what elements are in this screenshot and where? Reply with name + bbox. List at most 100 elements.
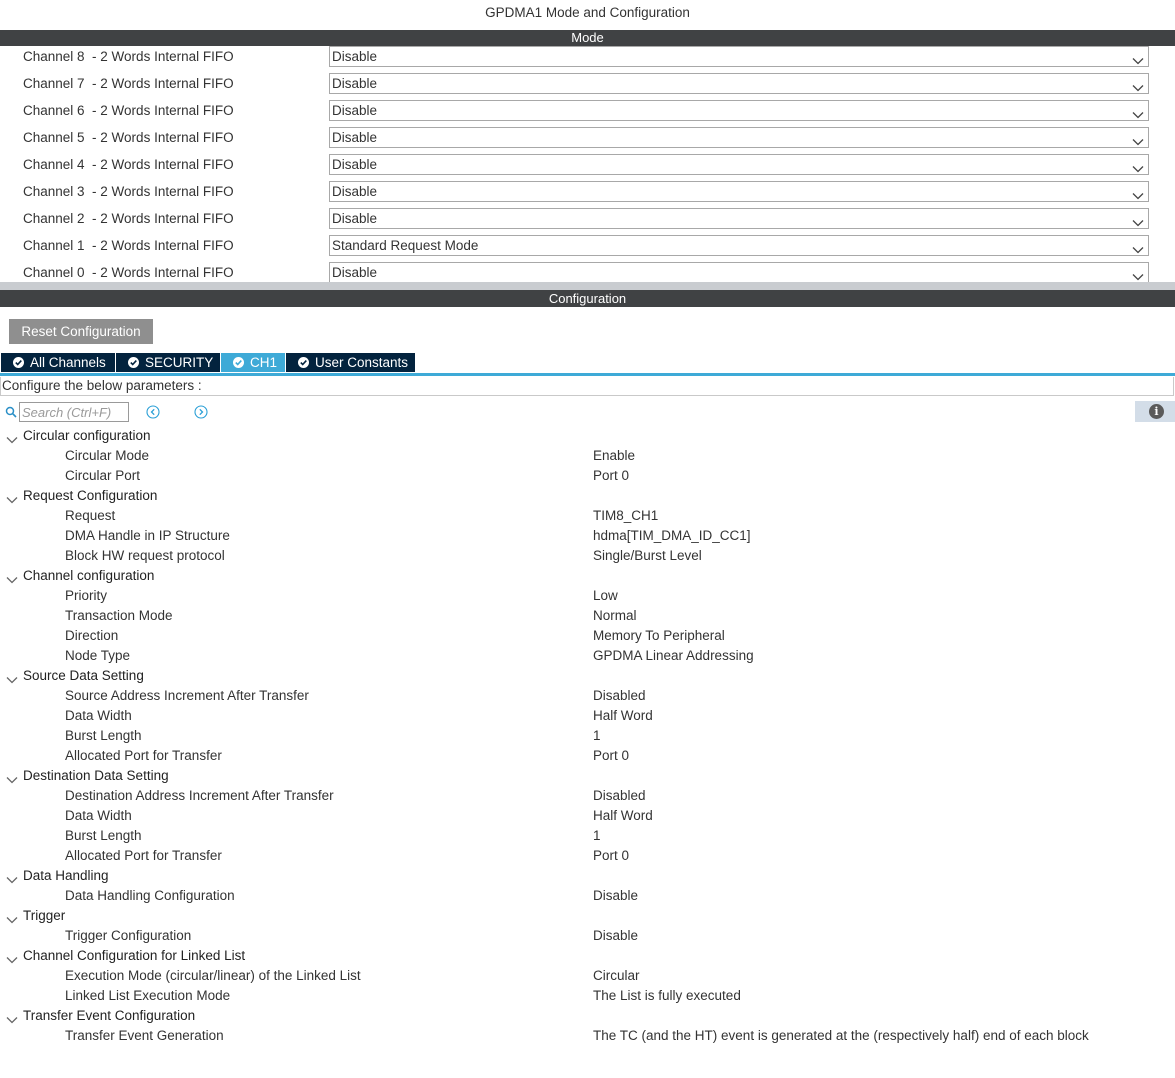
- chevron-down-icon[interactable]: [6, 571, 18, 584]
- parameter-row[interactable]: Request TIM8_CH1: [0, 506, 1175, 526]
- tree-group-row[interactable]: Request Configuration: [0, 486, 1175, 506]
- parameter-value[interactable]: Port 0: [593, 846, 629, 866]
- reset-configuration-button[interactable]: Reset Configuration: [9, 319, 153, 344]
- mode-select[interactable]: Disable: [329, 181, 1149, 202]
- mode-select[interactable]: Disable: [329, 262, 1149, 282]
- tab-label: SECURITY: [145, 355, 214, 370]
- info-button[interactable]: i: [1135, 401, 1175, 422]
- search-input[interactable]: [19, 402, 129, 422]
- mode-row: Channel 4 - 2 Words Internal FIFO Disable: [0, 151, 1175, 178]
- parameter-value[interactable]: Normal: [593, 606, 637, 626]
- parameter-label: Data Handling Configuration: [65, 888, 235, 903]
- parameter-row[interactable]: Direction Memory To Peripheral: [0, 626, 1175, 646]
- parameter-row[interactable]: Trigger Configuration Disable: [0, 926, 1175, 946]
- parameter-value[interactable]: hdma[TIM_DMA_ID_CC1]: [593, 526, 751, 546]
- parameter-row[interactable]: Allocated Port for Transfer Port 0: [0, 746, 1175, 766]
- tree-group-label: Request Configuration: [23, 488, 158, 503]
- tree-group-row[interactable]: Data Handling: [0, 866, 1175, 886]
- chevron-down-icon[interactable]: [6, 771, 18, 784]
- chevron-down-icon[interactable]: [6, 431, 18, 444]
- parameter-row[interactable]: Data Handling Configuration Disable: [0, 886, 1175, 906]
- parameter-row[interactable]: Execution Mode (circular/linear) of the …: [0, 966, 1175, 986]
- parameter-value[interactable]: Low: [593, 586, 618, 606]
- parameter-value[interactable]: Disable: [593, 926, 638, 946]
- parameter-value[interactable]: Single/Burst Level: [593, 546, 702, 566]
- chevron-down-icon: [1132, 79, 1144, 92]
- search-next-icon[interactable]: [194, 405, 208, 419]
- tree-group-row[interactable]: Transfer Event Configuration: [0, 1006, 1175, 1026]
- parameter-row[interactable]: Node Type GPDMA Linear Addressing: [0, 646, 1175, 666]
- tree-group-label: Transfer Event Configuration: [23, 1008, 196, 1023]
- tab-security[interactable]: SECURITY: [116, 353, 220, 372]
- parameter-row[interactable]: Destination Address Increment After Tran…: [0, 786, 1175, 806]
- chevron-down-icon[interactable]: [6, 671, 18, 684]
- chevron-down-icon[interactable]: [6, 951, 18, 964]
- parameter-label: Circular Port: [65, 468, 141, 483]
- mode-select[interactable]: Standard Request Mode: [329, 235, 1149, 256]
- parameter-row[interactable]: Block HW request protocol Single/Burst Le…: [0, 546, 1175, 566]
- mode-select-value: Standard Request Mode: [332, 238, 479, 253]
- parameter-row[interactable]: Circular Mode Enable: [0, 446, 1175, 466]
- parameter-row[interactable]: Data Width Half Word: [0, 806, 1175, 826]
- parameter-row[interactable]: Linked List Execution Mode The List is fu…: [0, 986, 1175, 1006]
- search-previous-icon[interactable]: [146, 405, 160, 419]
- parameter-value[interactable]: Disabled: [593, 786, 646, 806]
- parameter-value[interactable]: Enable: [593, 446, 635, 466]
- parameter-label: Burst Length: [65, 728, 142, 743]
- parameter-row[interactable]: Circular Port Port 0: [0, 466, 1175, 486]
- parameter-value[interactable]: The TC (and the HT) event is generated a…: [593, 1026, 1089, 1046]
- tab-user-constants[interactable]: User Constants: [286, 353, 415, 372]
- parameter-row[interactable]: DMA Handle in IP Structure hdma[TIM_DMA_I…: [0, 526, 1175, 546]
- mode-select[interactable]: Disable: [329, 73, 1149, 94]
- tree-group-row[interactable]: Trigger: [0, 906, 1175, 926]
- parameter-value[interactable]: The List is fully executed: [593, 986, 741, 1006]
- tree-group-row[interactable]: Channel Configuration for Linked List: [0, 946, 1175, 966]
- parameter-row[interactable]: Data Width Half Word: [0, 706, 1175, 726]
- tree-group-row[interactable]: Channel configuration: [0, 566, 1175, 586]
- parameter-value[interactable]: 1: [593, 826, 601, 846]
- chevron-down-icon: [1132, 214, 1144, 227]
- tab-ch1[interactable]: CH1: [221, 353, 285, 372]
- parameter-row[interactable]: Allocated Port for Transfer Port 0: [0, 846, 1175, 866]
- parameter-value[interactable]: Half Word: [593, 806, 653, 826]
- mode-select[interactable]: Disable: [329, 208, 1149, 229]
- parameter-value[interactable]: TIM8_CH1: [593, 506, 658, 526]
- tree-group-label: Channel configuration: [23, 568, 155, 583]
- parameter-value[interactable]: Disable: [593, 886, 638, 906]
- parameter-value[interactable]: Circular: [593, 966, 640, 986]
- window-title: GPDMA1 Mode and Configuration: [485, 5, 690, 20]
- parameter-row[interactable]: Transfer Event Generation The TC (and the…: [0, 1026, 1175, 1046]
- parameter-value[interactable]: Memory To Peripheral: [593, 626, 725, 646]
- mode-select[interactable]: Disable: [329, 100, 1149, 121]
- mode-row-label: Channel 2 - 2 Words Internal FIFO: [23, 211, 234, 226]
- chevron-down-icon[interactable]: [6, 911, 18, 924]
- tree-group-row[interactable]: Destination Data Setting: [0, 766, 1175, 786]
- parameter-row[interactable]: Source Address Increment After Transfer D…: [0, 686, 1175, 706]
- parameter-value[interactable]: GPDMA Linear Addressing: [593, 646, 754, 666]
- tree-group-row[interactable]: Circular configuration: [0, 426, 1175, 446]
- parameter-value[interactable]: Port 0: [593, 466, 629, 486]
- mode-row: Channel 5 - 2 Words Internal FIFO Disable: [0, 124, 1175, 151]
- parameter-label: Data Width: [65, 708, 132, 723]
- mode-select[interactable]: Disable: [329, 127, 1149, 148]
- parameter-value[interactable]: Port 0: [593, 746, 629, 766]
- parameter-label: Transaction Mode: [65, 608, 173, 623]
- mode-select[interactable]: Disable: [329, 154, 1149, 175]
- tab-label: User Constants: [315, 355, 409, 370]
- parameter-row[interactable]: Transaction Mode Normal: [0, 606, 1175, 626]
- tab-all-channels[interactable]: All Channels: [1, 353, 115, 372]
- chevron-down-icon[interactable]: [6, 491, 18, 504]
- parameter-row[interactable]: Burst Length 1: [0, 726, 1175, 746]
- mode-select[interactable]: Disable: [329, 46, 1149, 67]
- parameter-row[interactable]: Burst Length 1: [0, 826, 1175, 846]
- parameter-value[interactable]: Half Word: [593, 706, 653, 726]
- tree-group-row[interactable]: Source Data Setting: [0, 666, 1175, 686]
- parameter-value[interactable]: 1: [593, 726, 601, 746]
- check-circle-icon: [128, 357, 139, 368]
- mode-row: Channel 7 - 2 Words Internal FIFO Disable: [0, 70, 1175, 97]
- mode-row-label: Channel 1 - 2 Words Internal FIFO: [23, 238, 234, 253]
- parameter-row[interactable]: Priority Low: [0, 586, 1175, 606]
- chevron-down-icon[interactable]: [6, 871, 18, 884]
- parameter-value[interactable]: Disabled: [593, 686, 646, 706]
- chevron-down-icon[interactable]: [6, 1011, 18, 1024]
